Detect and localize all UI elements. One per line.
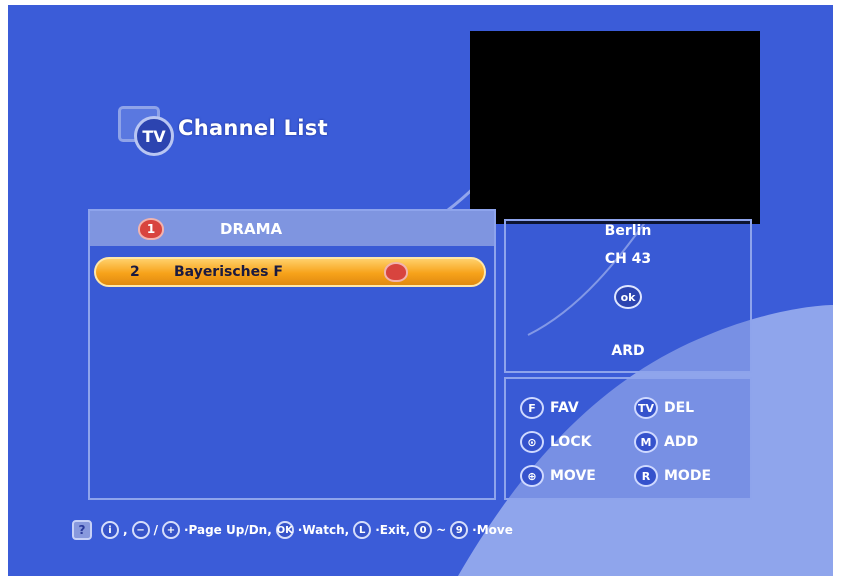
help-page-text: ·Page Up/Dn, (183, 523, 272, 537)
help-tilde: ~ (436, 523, 447, 537)
channel-row-selected[interactable]: 2 Bayerisches F (94, 257, 486, 287)
add-key-icon: M (634, 431, 658, 453)
info-channel: CH 43 (604, 251, 652, 267)
mode-key-label: MODE (664, 468, 712, 484)
fav-key[interactable]: F FAV (520, 397, 579, 419)
nine-button-icon: 9 (450, 521, 469, 539)
info-location: Berlin (604, 223, 652, 239)
mode-key-icon: R (634, 465, 658, 487)
ok-button-icon: OK (275, 521, 294, 539)
add-key[interactable]: M ADD (634, 431, 698, 453)
help-move-text: ·Move (472, 523, 513, 537)
move-key[interactable]: ⊕ MOVE (520, 465, 596, 487)
help-icon: ? (72, 520, 92, 540)
help-watch-text: ·Watch, (297, 523, 350, 537)
channel-info-panel: Berlin CH 43 ok ARD (504, 219, 752, 373)
page-title: TV Channel List (118, 103, 328, 156)
help-bar: ? i , − / + ·Page Up/Dn, OK ·Watch, L ·E… (72, 517, 514, 543)
tv-screen: TV Channel List 1 DRAMA 2 Bayerisches F … (8, 5, 833, 576)
channel-number: 2 (130, 264, 140, 280)
channel-list-panel: 1 DRAMA 2 Bayerisches F (88, 209, 496, 500)
lock-key-label: LOCK (550, 434, 592, 450)
lock-key-icon: ⊙ (520, 431, 544, 453)
mode-key[interactable]: R MODE (634, 465, 711, 487)
del-key-icon: TV (634, 397, 658, 419)
lock-key[interactable]: ⊙ LOCK (520, 431, 591, 453)
group-number-icon: 1 (138, 217, 164, 240)
key-legend-panel: F FAV TV DEL ⊙ LOCK M ADD ⊕ MOVE R MODE (504, 377, 752, 500)
zero-button-icon: 0 (414, 521, 433, 539)
move-key-icon: ⊕ (520, 465, 544, 487)
video-preview (470, 31, 760, 224)
help-separator: , (123, 523, 128, 537)
help-exit-text: ·Exit, (375, 523, 411, 537)
lock-icon (384, 262, 408, 282)
exit-button-icon: L (353, 521, 372, 539)
del-key[interactable]: TV DEL (634, 397, 694, 419)
minus-button-icon: − (131, 521, 150, 539)
fav-key-label: FAV (550, 400, 579, 416)
group-header[interactable]: 1 DRAMA (90, 211, 494, 246)
del-key-label: DEL (664, 400, 695, 416)
fav-key-icon: F (520, 397, 544, 419)
satellite-icon: ok (614, 285, 642, 309)
plus-button-icon: + (161, 521, 180, 539)
add-key-label: ADD (664, 434, 699, 450)
info-network: ARD (611, 343, 645, 359)
group-name: DRAMA (220, 219, 283, 238)
title-text: Channel List (178, 116, 328, 140)
move-key-label: MOVE (550, 468, 596, 484)
tv-icon: TV (118, 104, 180, 156)
info-button-icon: i (101, 521, 119, 539)
help-slash: / (153, 523, 158, 537)
channel-name: Bayerisches F (174, 264, 283, 280)
